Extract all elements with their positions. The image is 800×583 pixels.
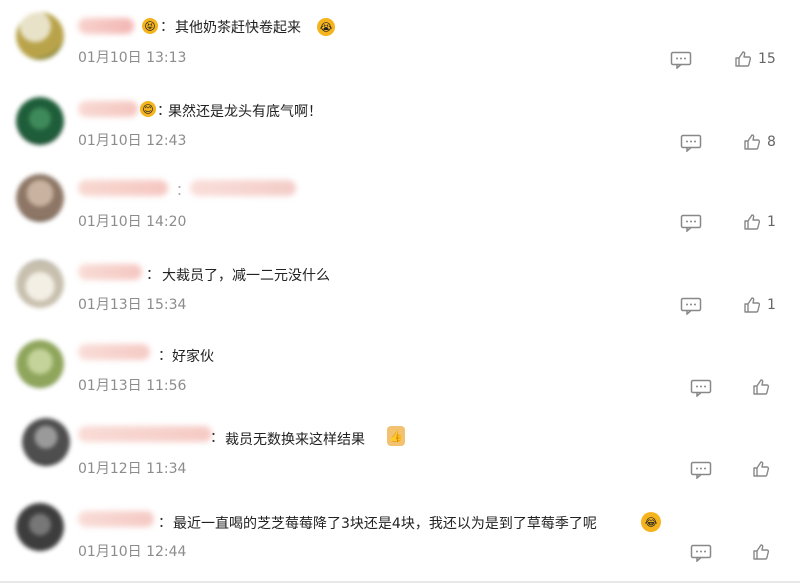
username-blurred[interactable] [78,426,212,442]
thumbs-up-icon [744,297,761,313]
avatar[interactable] [16,340,64,388]
comment-item: ： 01月10日 14:20 1 [0,166,800,246]
like-count: 1 [767,214,776,230]
like-button[interactable]: 15 [734,50,776,68]
thumbs-up-icon [753,379,770,395]
avatar[interactable] [16,174,64,222]
like-count: 1 [767,297,776,313]
like-button[interactable] [752,378,776,396]
comment-separator: ： [158,348,172,364]
avatar[interactable] [16,503,64,551]
laughing-crying-face-icon: 😂 [641,512,661,532]
comment-item: ： 好家伙 01月13日 11:56 [0,332,800,412]
comment-time: 01月10日 14:20 [78,214,187,230]
like-button[interactable]: 1 [743,213,776,231]
reply-icon[interactable] [690,461,712,479]
username-blurred[interactable] [78,511,154,527]
avatar[interactable] [16,12,64,60]
comment-item: 😝 ： 其他奶茶赶快卷起来 😭 01月10日 13:13 15 [0,0,800,80]
username-blurred[interactable] [78,180,168,196]
comment-time: 01月10日 12:44 [78,544,187,560]
smile-face-icon: 😊 [140,101,156,117]
reply-icon[interactable] [690,544,712,562]
comment-time: 01月12日 11:34 [78,461,187,477]
comment-text: 裁员无数换来这样结果 [225,432,365,448]
comment-text: 其他奶茶赶快卷起来 [175,20,301,36]
comment-text: 果然还是龙头有底气啊！ [168,104,322,120]
comment-time: 01月13日 11:56 [78,378,187,394]
thumbs-up-icon [744,134,761,150]
username-blurred[interactable] [78,264,142,280]
reply-icon[interactable] [670,51,692,69]
like-count: 8 [767,134,776,150]
comment-item: ： 最近一直喝的芝芝莓莓降了3块还是4块，我还以为是到了草莓季了呢 😂 01月1… [0,497,800,577]
thumbs-up-icon [753,461,770,477]
party-face-icon: 😝 [142,18,158,34]
comment-text: 大裁员了，减一二元没什么 [162,268,330,284]
like-button[interactable] [752,460,776,478]
like-button[interactable]: 8 [743,133,776,151]
like-button[interactable]: 1 [743,296,776,314]
reply-icon[interactable] [680,134,702,152]
like-button[interactable] [752,543,776,561]
comment-separator: ： [146,267,160,283]
reply-icon[interactable] [680,214,702,232]
comment-item: ： 大裁员了，减一二元没什么 01月13日 15:34 1 [0,250,800,330]
reply-icon[interactable] [680,297,702,315]
comment-separator: ： [158,515,172,531]
comment-item: 😊 ： 果然还是龙头有底气啊！ 01月10日 12:43 8 [0,83,800,163]
crying-face-icon: 😭 [317,18,335,36]
thumbs-up-icon [744,214,761,230]
username-blurred[interactable] [78,344,150,360]
username-blurred[interactable] [78,101,138,117]
reply-icon[interactable] [690,379,712,397]
comment-text-blurred [190,180,296,196]
thumbs-up-emoji-icon: 👍 [387,426,405,446]
comment-separator: ： [160,19,174,35]
comment-item: ： 裁员无数换来这样结果 👍 01月12日 11:34 [0,414,800,494]
comment-time: 01月13日 15:34 [78,297,187,313]
thumbs-up-icon [753,544,770,560]
avatar[interactable] [16,97,64,145]
comment-separator: ： [210,430,224,446]
comment-text: 最近一直喝的芝芝莓莓降了3块还是4块，我还以为是到了草莓季了呢 [173,516,597,532]
comment-time: 01月10日 12:43 [78,133,187,149]
comment-separator: ： [176,183,190,199]
comment-text: 好家伙 [172,349,214,365]
avatar[interactable] [16,260,64,308]
like-count: 15 [758,51,776,67]
comment-time: 01月10日 13:13 [78,50,187,66]
username-blurred[interactable] [78,18,134,34]
avatar[interactable] [22,418,70,466]
thumbs-up-icon [735,51,752,67]
